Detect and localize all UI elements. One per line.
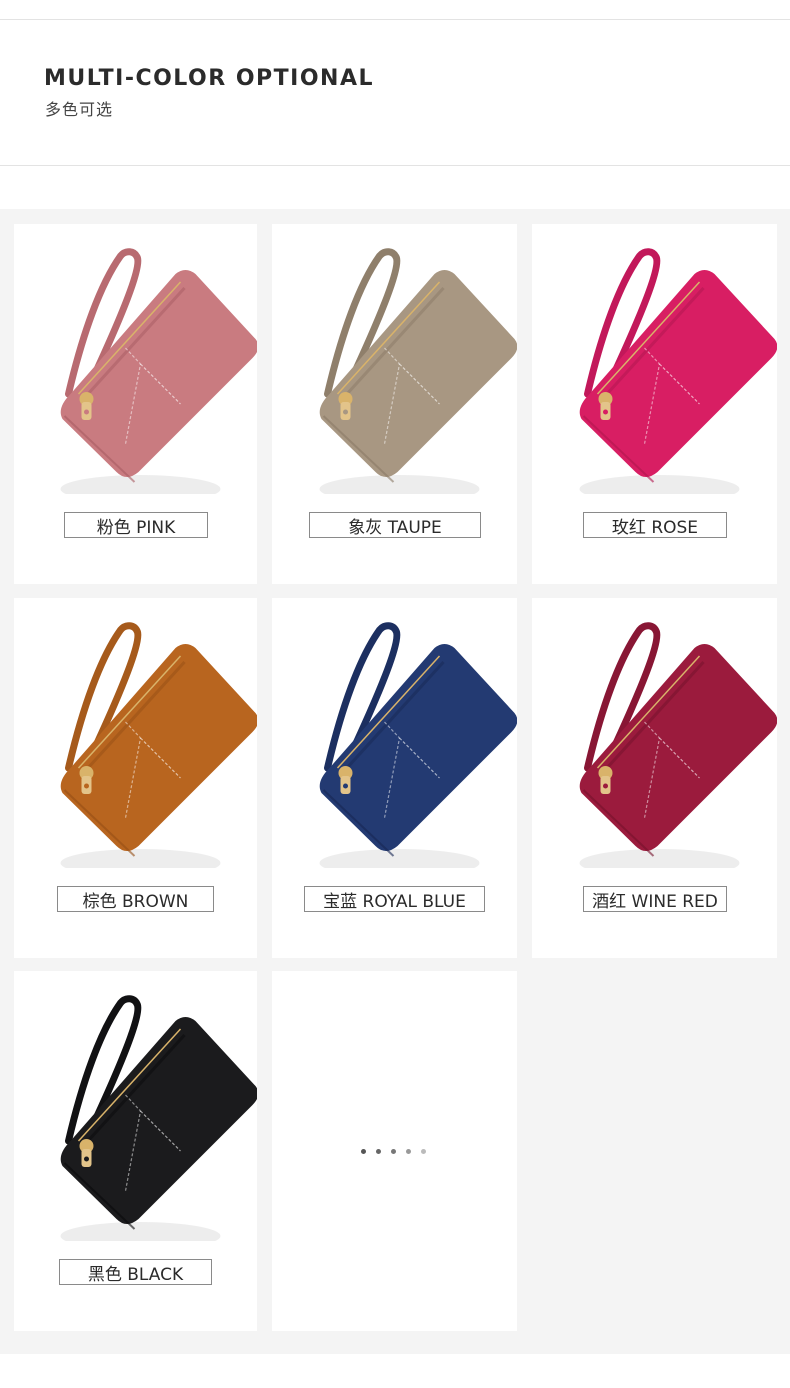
wallet-image [319, 248, 517, 494]
wallet-image [60, 248, 257, 494]
product-card[interactable]: 象灰 TAUPE [272, 224, 517, 584]
product-card[interactable]: 酒红 WINE RED [532, 598, 777, 958]
bottom-divider [0, 165, 790, 166]
loading-dot [391, 1149, 396, 1154]
loading-dot [421, 1149, 426, 1154]
top-divider [0, 19, 790, 20]
wallet-image [60, 622, 257, 868]
product-card[interactable]: 粉色 PINK [14, 224, 257, 584]
wallet-image [579, 248, 777, 494]
color-label: 象灰 TAUPE [309, 512, 481, 538]
color-label: 宝蓝 ROYAL BLUE [304, 886, 485, 912]
product-card[interactable]: 玫红 ROSE [532, 224, 777, 584]
section-title: MULTI-COLOR OPTIONAL [44, 66, 375, 91]
color-label: 粉色 PINK [64, 512, 208, 538]
section-subtitle: 多色可选 [45, 100, 114, 119]
wallet-image [319, 622, 517, 868]
wallet-image [579, 622, 777, 868]
wallet-image [60, 995, 257, 1241]
loading-dot [376, 1149, 381, 1154]
loading-indicator [361, 1149, 426, 1154]
placeholder-card [272, 971, 517, 1331]
page-header: MULTI-COLOR OPTIONAL 多色可选 [0, 0, 790, 209]
color-label: 玫红 ROSE [583, 512, 727, 538]
color-label: 酒红 WINE RED [583, 886, 727, 912]
loading-dot [361, 1149, 366, 1154]
color-label: 黑色 BLACK [59, 1259, 212, 1285]
product-card[interactable]: 棕色 BROWN [14, 598, 257, 958]
product-card[interactable]: 黑色 BLACK [14, 971, 257, 1331]
color-label: 棕色 BROWN [57, 886, 214, 912]
loading-dot [406, 1149, 411, 1154]
product-card[interactable]: 宝蓝 ROYAL BLUE [272, 598, 517, 958]
